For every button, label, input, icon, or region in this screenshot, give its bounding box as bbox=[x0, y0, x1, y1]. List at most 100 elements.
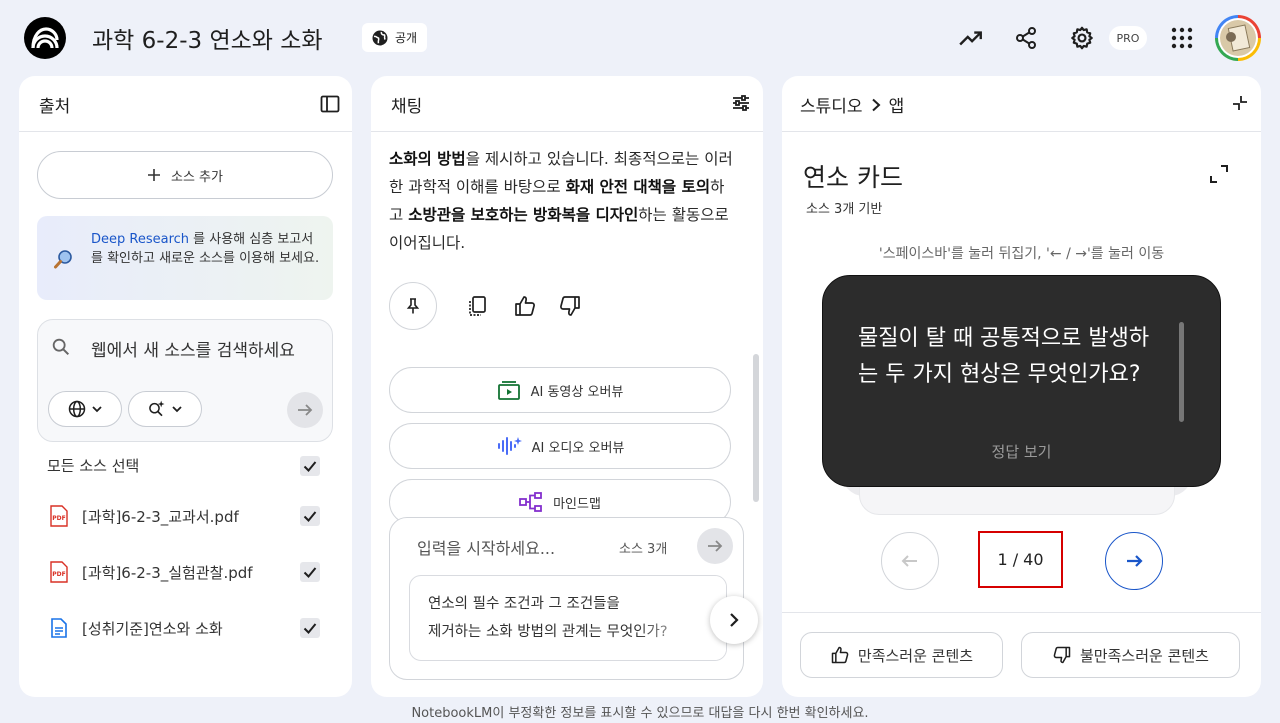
breadcrumb: 스튜디오 앱 bbox=[800, 92, 904, 117]
arrow-right-icon bbox=[706, 537, 724, 555]
flashcard[interactable]: 물질이 탈 때 공통적으로 발생하는 두 가지 현상은 무엇인가요? 정답 보기 bbox=[822, 275, 1221, 487]
audio-icon bbox=[496, 435, 522, 457]
breadcrumb-studio[interactable]: 스튜디오 bbox=[800, 92, 863, 117]
svg-text:PDF: PDF bbox=[52, 515, 65, 522]
web-source-search: 웹에서 새 소스를 검색하세요 bbox=[37, 319, 333, 442]
studio-panel-header: 스튜디오 앱 bbox=[782, 76, 1261, 132]
arrow-right-icon bbox=[1124, 551, 1144, 571]
source-item[interactable]: PDF [과학]6-2-3_교과서.pdf bbox=[49, 504, 289, 528]
pro-badge: PRO bbox=[1109, 26, 1147, 50]
response-bold-1: 소화의 방법 bbox=[389, 150, 466, 168]
source-item[interactable]: PDF [과학]6-2-3_실험관찰.pdf bbox=[49, 560, 289, 584]
check-icon bbox=[302, 564, 318, 580]
keyboard-hint: '스페이스바'를 눌러 뒤집기, '← / →'를 눌러 이동 bbox=[878, 246, 1165, 262]
check-icon bbox=[302, 458, 318, 474]
check-icon bbox=[302, 620, 318, 636]
source-name: [과학]6-2-3_실험관찰.pdf bbox=[82, 563, 253, 582]
chevron-right-icon bbox=[869, 98, 883, 112]
source-name: [과학]6-2-3_교과서.pdf bbox=[82, 507, 239, 526]
arrow-right-icon bbox=[296, 401, 314, 419]
pdf-icon: PDF bbox=[49, 561, 69, 583]
add-source-button[interactable]: 소스 추가 bbox=[37, 151, 333, 199]
previous-card-button[interactable] bbox=[881, 532, 939, 590]
sources-title: 출처 bbox=[39, 97, 71, 117]
chevron-down-icon bbox=[170, 402, 184, 416]
select-all-label: 모든 소스 선택 bbox=[47, 457, 140, 475]
flashcard-set-title: 연소 카드 bbox=[803, 163, 903, 192]
thumbs-up-icon bbox=[830, 645, 850, 665]
chat-response: 소화의 방법을 제시하고 있습니다. 최종적으로는 이러한 과학적 이해를 바탕… bbox=[389, 145, 735, 257]
search-submit-button[interactable] bbox=[287, 392, 323, 428]
bad-content-label: 불만족스러운 콘텐츠 bbox=[1080, 646, 1209, 665]
next-card-button[interactable] bbox=[1105, 532, 1163, 590]
globe-icon bbox=[371, 29, 389, 47]
suggested-question-card[interactable]: 연소의 필수 조건과 그 조건들을 제거하는 소화 방법의 관계는 무엇인가? bbox=[409, 575, 727, 661]
sources-panel: 출처 소스 추가 Deep Research 를 사용해 심층 보고서를 확인하… bbox=[19, 76, 352, 697]
deep-research-banner[interactable]: Deep Research 를 사용해 심층 보고서를 확인하고 새로운 소스를… bbox=[37, 216, 333, 300]
chevron-down-icon bbox=[90, 402, 104, 416]
collapse-icon[interactable] bbox=[1232, 95, 1248, 111]
chevron-right-icon bbox=[726, 612, 742, 628]
collapse-panel-icon[interactable] bbox=[320, 94, 340, 114]
source-name: [성취기준]연소와 소화 bbox=[82, 619, 223, 638]
chat-panel: 채팅 소화의 방법을 제시하고 있습니다. 최종적으로는 이러한 과학적 이해를… bbox=[371, 76, 763, 697]
select-all-checkbox[interactable] bbox=[300, 456, 320, 476]
source-checkbox[interactable] bbox=[300, 506, 320, 526]
sources-panel-header: 출처 bbox=[19, 76, 352, 132]
settings-gear-icon[interactable] bbox=[1068, 24, 1096, 52]
public-share-chip[interactable]: 공개 bbox=[362, 23, 428, 52]
arrow-left-icon bbox=[900, 551, 920, 571]
show-answer-button[interactable]: 정답 보기 bbox=[823, 441, 1220, 462]
source-item[interactable]: [성취기준]연소와 소화 bbox=[49, 616, 289, 640]
magnifier-icon bbox=[53, 248, 75, 270]
divider bbox=[782, 612, 1261, 613]
thumbs-down-icon[interactable] bbox=[557, 293, 583, 319]
analytics-icon[interactable] bbox=[957, 24, 985, 52]
suggestion-label: AI 동영상 오버뷰 bbox=[530, 384, 624, 400]
notebooklm-logo-icon[interactable] bbox=[24, 17, 66, 59]
send-button[interactable] bbox=[697, 528, 733, 564]
user-avatar[interactable] bbox=[1215, 15, 1261, 61]
add-source-label: 소스 추가 bbox=[171, 169, 223, 185]
search-input[interactable]: 웹에서 새 소스를 검색하세요 bbox=[91, 337, 311, 365]
response-bold-2: 화재 안전 대책을 토의 bbox=[565, 178, 711, 196]
copy-icon[interactable] bbox=[464, 293, 490, 319]
good-content-label: 만족스러운 콘텐츠 bbox=[857, 646, 974, 665]
save-to-note-button[interactable] bbox=[389, 282, 437, 330]
ai-video-overview-button[interactable]: AI 동영상 오버뷰 bbox=[389, 367, 731, 413]
bad-content-button[interactable]: 불만족스러운 콘텐츠 bbox=[1021, 632, 1240, 678]
good-content-button[interactable]: 만족스러운 콘텐츠 bbox=[800, 632, 1003, 678]
source-checkbox[interactable] bbox=[300, 618, 320, 638]
web-source-dropdown[interactable] bbox=[48, 391, 122, 427]
mindmap-icon bbox=[519, 491, 543, 513]
response-bold-3: 소방관을 보호하는 방화복을 디자인 bbox=[408, 206, 639, 224]
flashcard-scrollbar[interactable] bbox=[1179, 322, 1184, 422]
chat-composer: 입력을 시작하세요... 소스 3개 연소의 필수 조건과 그 조건들을 제거하… bbox=[389, 517, 758, 680]
thumbs-up-icon[interactable] bbox=[512, 293, 538, 319]
source-checkbox[interactable] bbox=[300, 562, 320, 582]
chat-input[interactable]: 입력을 시작하세요... bbox=[417, 535, 555, 559]
next-suggestion-button[interactable] bbox=[710, 596, 758, 644]
deep-research-link[interactable]: Deep Research bbox=[91, 232, 189, 247]
disclaimer-footer: NotebookLM이 부정확한 정보를 표시할 수 있으므로 대답을 다시 한… bbox=[411, 706, 869, 721]
chat-scrollbar[interactable] bbox=[753, 354, 759, 502]
research-mode-dropdown[interactable] bbox=[128, 391, 202, 427]
chat-panel-header: 채팅 bbox=[371, 76, 763, 132]
globe-icon bbox=[67, 399, 87, 419]
ai-audio-overview-button[interactable]: AI 오디오 오버뷰 bbox=[389, 423, 731, 469]
flashcard-source-count: 소스 3개 기반 bbox=[806, 202, 883, 217]
public-label: 공개 bbox=[395, 31, 418, 45]
svg-text:PDF: PDF bbox=[52, 571, 65, 578]
doc-icon bbox=[49, 618, 69, 638]
breadcrumb-app: 앱 bbox=[888, 97, 905, 117]
fullscreen-icon[interactable] bbox=[1209, 164, 1229, 184]
tune-settings-icon[interactable] bbox=[731, 93, 751, 113]
share-icon[interactable] bbox=[1012, 24, 1040, 52]
apps-grid-icon[interactable] bbox=[1168, 24, 1196, 52]
suggestion-label: 마인드맵 bbox=[553, 496, 601, 512]
notebook-title[interactable]: 과학 6-2-3 연소와 소화 bbox=[92, 21, 323, 55]
app-header: 과학 6-2-3 연소와 소화 공개 PRO bbox=[0, 0, 1280, 76]
chat-title: 채팅 bbox=[391, 97, 423, 117]
studio-panel: 스튜디오 앱 연소 카드 소스 3개 기반 '스페이스바'를 눌러 뒤집기, '… bbox=[782, 76, 1261, 697]
source-count: 소스 3개 bbox=[619, 542, 668, 557]
